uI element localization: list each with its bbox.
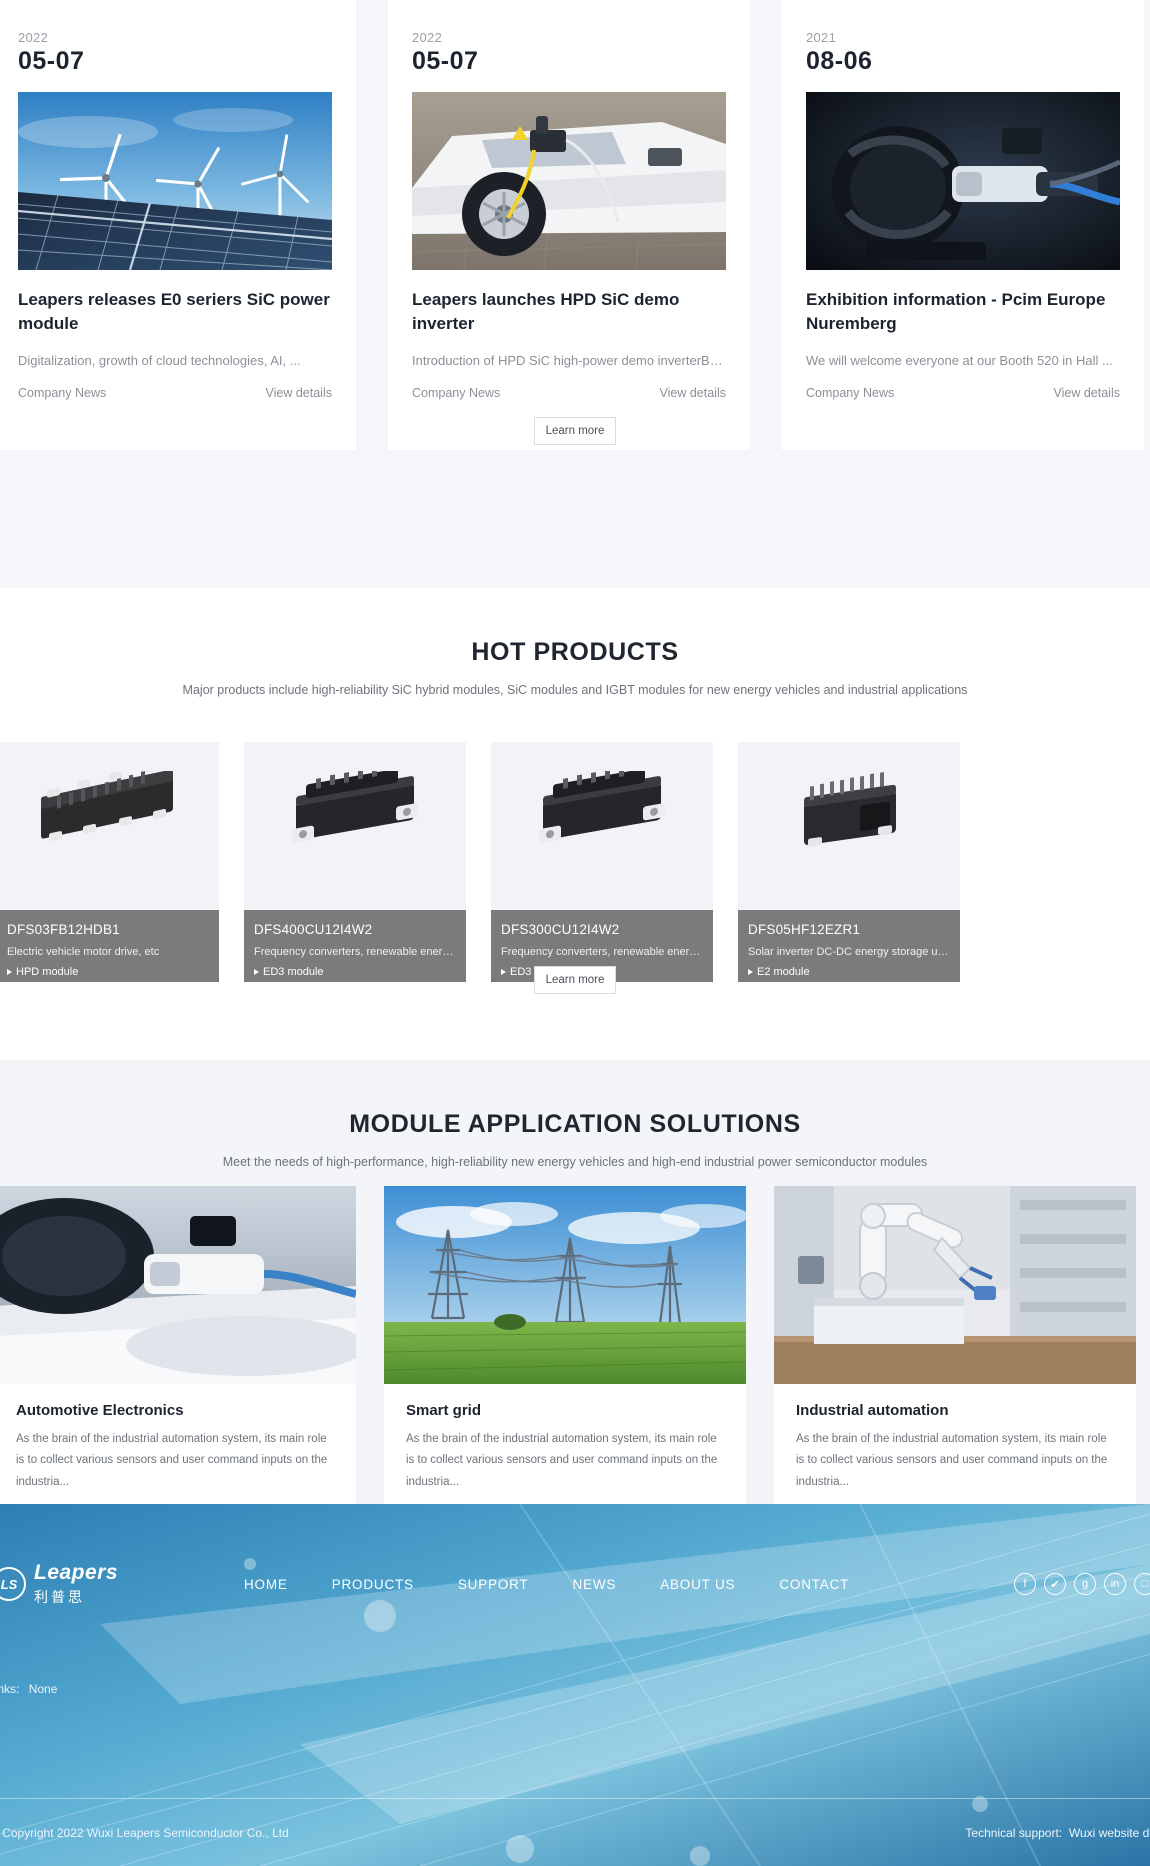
footer-nav-home[interactable]: HOME [244,1577,288,1592]
linkedin-icon[interactable]: in [1104,1573,1126,1595]
footer-links-value: None [28,1682,58,1696]
footer-tech-support: Technical support: Wuxi website design [965,1826,1150,1840]
homepage: 2022 05-07 Leapers releases E0 seriers S… [0,0,1150,1866]
news-card[interactable]: 2022 05-07 [0,0,356,450]
news-title[interactable]: Leapers releases E0 seriers SiC power mo… [18,288,332,336]
news-view-details-link[interactable]: View details [1054,386,1120,400]
leapers-logo-icon: LS [0,1567,26,1601]
news-card[interactable]: 2021 08-06 Exhibition information - Pcim… [782,0,1144,450]
footer-links-label: Links: [0,1682,20,1696]
footer-top-row: LS Leapers 利普思 HOME PRODUCTS SUPPORT NEW… [0,1504,1150,1624]
facebook-icon[interactable]: f [1014,1573,1036,1595]
product-card[interactable]: DFS400CU12I4W2 Frequency converters, ren… [244,742,466,982]
footer-copyright: © Copyright 2022 Wuxi Leapers Semiconduc… [0,1825,289,1840]
product-usage: Electric vehicle motor drive, etc [7,946,160,958]
product-image-ed3-module-2 [491,742,713,910]
footer-social-links: f ✔ g in □ [1014,1573,1150,1595]
footer-logo-en: Leapers [34,1560,119,1584]
news-category: Company News [412,386,501,401]
footer-logo-text: Leapers 利普思 [34,1562,118,1607]
product-usage: Solar inverter DC-DC energy storage unin… [748,946,950,958]
news-card-footer: Company News View details [18,386,332,400]
product-code: DFS400CU12I4W2 [254,922,373,937]
product-usage: Frequency converters, renewable energy, … [254,946,456,958]
footer-tech-support-link[interactable]: Wuxi website design [1069,1826,1150,1840]
news-image-ev-charging-plug-closeup [806,92,1120,270]
news-view-details-link[interactable]: View details [660,386,726,400]
site-footer: LS Leapers 利普思 HOME PRODUCTS SUPPORT NEW… [0,1504,1150,1866]
solution-image-industrial-robot-arm [774,1186,1136,1384]
product-image-e2-module [738,742,960,910]
solution-title: Smart grid [406,1402,482,1419]
news-date: 05-07 [412,47,479,75]
news-year: 2022 [412,30,443,45]
footer-nav-about-us[interactable]: ABOUT US [660,1577,735,1592]
google-plus-icon[interactable]: g [1074,1573,1096,1595]
product-image-hpd-module [0,742,219,910]
footer-tech-support-label: Technical support: [965,1825,1063,1840]
solution-image-ev-charging-white-car [0,1186,356,1384]
footer-links-row: Links: None [0,1624,1150,1696]
news-learn-more-button[interactable]: Learn more [534,417,616,445]
hot-products-section: HOT PRODUCTS Major products include high… [0,588,1150,1060]
news-card-footer: Company News View details [412,386,726,400]
solution-title: Automotive Electronics [16,1402,184,1419]
footer-copyright-row: © Copyright 2022 Wuxi Leapers Semiconduc… [0,1798,1150,1866]
solution-description: As the brain of the industrial automatio… [16,1433,328,1488]
solution-description: As the brain of the industrial automatio… [796,1433,1108,1488]
news-image-wind-turbines-solar-panels [18,92,332,270]
products-learn-more-wrap: Learn more [0,966,1150,994]
solutions-subtitle: Meet the needs of high-performance, high… [222,1155,928,1169]
footer-nav: HOME PRODUCTS SUPPORT NEWS ABOUT US CONT… [244,1577,1014,1592]
news-section: 2022 05-07 Leapers releases E0 seriers S… [0,0,1150,588]
news-date: 05-07 [18,47,85,75]
news-view-details-link[interactable]: View details [266,386,332,400]
product-image-ed3-module [244,742,466,910]
news-image-white-ev-charging [412,92,726,270]
solution-card-list: Automotive Electronics As the brain of t… [0,1186,1136,1507]
product-card[interactable]: DFS03FB12HDB1 Electric vehicle motor dri… [0,742,219,982]
news-category: Company News [806,386,895,401]
solutions-title: MODULE APPLICATION SOLUTIONS [349,1110,801,1138]
solution-title: Industrial automation [796,1402,949,1419]
news-title[interactable]: Leapers launches HPD SiC demo inverter [412,288,726,336]
twitter-icon[interactable]: ✔ [1044,1573,1066,1595]
news-description: Introduction of HPD SiC high-power demo … [412,353,726,369]
footer-nav-products[interactable]: PRODUCTS [332,1577,414,1592]
hot-products-title: HOT PRODUCTS [471,638,679,666]
product-code: DFS05HF12EZR1 [748,922,861,937]
news-card[interactable]: 2022 05-07 [388,0,750,450]
product-card-list: DFS03FB12HDB1 Electric vehicle motor dri… [0,742,960,982]
footer-nav-news[interactable]: NEWS [572,1577,616,1592]
product-code: DFS300CU12I4W2 [501,922,620,937]
instagram-icon[interactable]: □ [1134,1573,1150,1595]
news-description: We will welcome everyone at our Booth 52… [806,353,1113,369]
product-code: DFS03FB12HDB1 [7,922,120,937]
solution-card[interactable]: Smart grid As the brain of the industria… [384,1186,746,1507]
news-learn-more-wrap: Learn more [0,417,1150,445]
footer-nav-contact[interactable]: CONTACT [779,1577,849,1592]
product-usage: Frequency converters, renewable energy, … [501,946,703,958]
solution-description: As the brain of the industrial automatio… [406,1433,718,1488]
news-year: 2021 [806,30,837,45]
solution-card[interactable]: Automotive Electronics As the brain of t… [0,1186,356,1507]
solution-image-power-transmission-lines-field [384,1186,746,1384]
footer-logo[interactable]: LS Leapers 利普思 [0,1562,202,1607]
news-card-footer: Company News View details [806,386,1120,400]
product-card[interactable]: DFS300CU12I4W2 Frequency converters, ren… [491,742,713,982]
news-year: 2022 [18,30,49,45]
solutions-section: MODULE APPLICATION SOLUTIONS Meet the ne… [0,1060,1150,1507]
solution-card[interactable]: Industrial automation As the brain of th… [774,1186,1136,1507]
news-title[interactable]: Exhibition information - Pcim Europe Nur… [806,288,1120,336]
hot-products-subtitle: Major products include high-reliability … [182,683,968,697]
products-learn-more-button[interactable]: Learn more [534,966,616,994]
footer-logo-cn: 利普思 [34,1588,85,1605]
news-category: Company News [18,386,107,401]
footer-nav-support[interactable]: SUPPORT [458,1577,529,1592]
product-card[interactable]: DFS05HF12EZR1 Solar inverter DC-DC energ… [738,742,960,982]
news-date: 08-06 [806,47,873,75]
news-card-list: 2022 05-07 Leapers releases E0 seriers S… [0,0,1144,450]
news-description: Digitalization, growth of cloud technolo… [18,353,301,369]
